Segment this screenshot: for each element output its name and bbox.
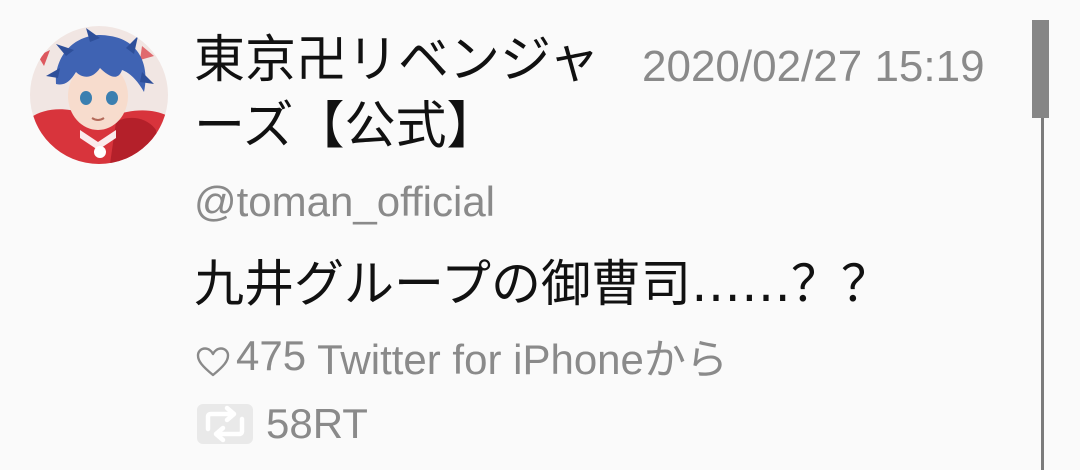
user-handle[interactable]: @toman_official xyxy=(194,174,495,230)
tweet-timestamp[interactable]: 2020/02/27 15:19 xyxy=(642,38,1026,96)
retweet-count: 58RT xyxy=(266,400,368,447)
tweet-card: 東京卍リベンジャーズ【公式】 2020/02/27 15:19 @toman_o… xyxy=(0,0,1080,470)
retweet-icon[interactable] xyxy=(196,403,254,445)
display-name[interactable]: 東京卍リベンジャーズ【公式】 xyxy=(194,28,634,160)
tweet-text: 九井グループの御曹司……？？ xyxy=(194,255,891,313)
retweet-row: 58RT xyxy=(196,396,368,452)
tweet-source: Twitter for iPhoneから xyxy=(317,335,728,383)
heart-outline-icon[interactable] xyxy=(196,340,230,377)
scrollbar-thumb[interactable] xyxy=(1032,20,1049,118)
avatar-image xyxy=(30,26,168,164)
likes-and-source-row: 475 Twitter for iPhoneから xyxy=(196,328,728,384)
avatar[interactable] xyxy=(30,26,168,164)
like-count: 475 xyxy=(236,332,307,379)
